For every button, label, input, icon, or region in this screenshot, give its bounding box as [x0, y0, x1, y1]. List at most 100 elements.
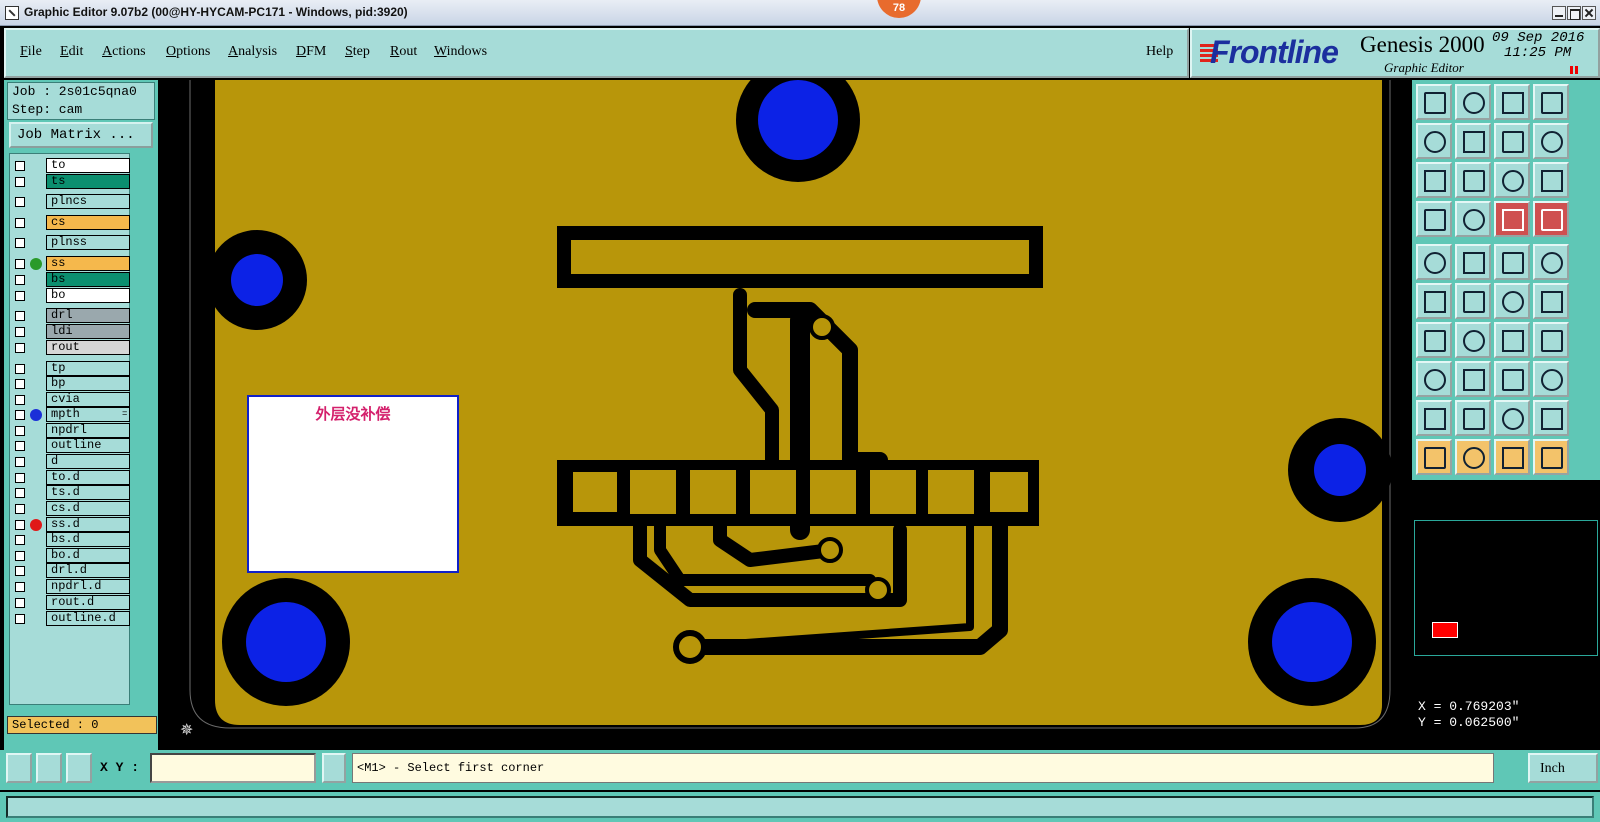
maximize-button[interactable] — [1567, 6, 1581, 20]
layer-name[interactable]: cs.d — [46, 501, 130, 516]
layer-checkbox[interactable] — [15, 379, 25, 389]
menu-windows[interactable]: Windows — [434, 44, 487, 60]
job-matrix-button[interactable]: Job Matrix ... — [9, 122, 153, 148]
layer-checkbox[interactable] — [15, 343, 25, 353]
layer-checkbox[interactable] — [15, 488, 25, 498]
menu-dfm[interactable]: DFM — [296, 44, 326, 60]
zoom-step-icon[interactable] — [1455, 162, 1491, 198]
layer-name[interactable]: tp — [46, 361, 130, 376]
layer-name[interactable]: bo.d — [46, 548, 130, 563]
layer-row-cs-d[interactable]: cs.d — [10, 501, 131, 516]
layer-checkbox[interactable] — [15, 291, 25, 301]
layer-name[interactable]: cs — [46, 215, 130, 230]
layer-name[interactable]: mpth — [46, 407, 130, 422]
layer-name[interactable]: bo — [46, 288, 130, 303]
layer-name[interactable]: rout.d — [46, 595, 130, 610]
layer-row-bo-d[interactable]: bo.d — [10, 548, 131, 563]
layer-checkbox[interactable] — [15, 197, 25, 207]
layer-name[interactable]: bs — [46, 272, 130, 287]
layer-name[interactable]: ldi — [46, 324, 130, 339]
layer-name[interactable]: ts.d — [46, 485, 130, 500]
group-icon[interactable] — [1533, 361, 1569, 397]
layer-checkbox[interactable] — [15, 410, 25, 420]
delete-node-icon[interactable] — [1455, 283, 1491, 319]
layer-row-mpth[interactable]: mpth = — [10, 407, 131, 422]
home-icon[interactable] — [1494, 84, 1530, 120]
snap-mode-icon[interactable] — [6, 753, 32, 783]
layers-red-alt-icon[interactable] — [1533, 201, 1569, 237]
pointer-poly-icon[interactable] — [1494, 439, 1530, 475]
layer-checkbox[interactable] — [15, 426, 25, 436]
layers-red-icon[interactable] — [1494, 201, 1530, 237]
layer-checkbox[interactable] — [15, 161, 25, 171]
minimize-button[interactable] — [1552, 6, 1566, 20]
text-d-icon[interactable] — [1533, 400, 1569, 436]
layer-name[interactable]: bs.d — [46, 532, 130, 547]
layer-row-d[interactable]: d — [10, 454, 131, 469]
layer-checkbox[interactable] — [15, 504, 25, 514]
layer-row-cs[interactable]: cs — [10, 215, 131, 230]
layer-row-ss-d[interactable]: ss.d — [10, 517, 131, 532]
overview-marker[interactable] — [1432, 622, 1458, 638]
layer-row-bo[interactable]: bo — [10, 288, 131, 303]
layer-name[interactable]: ts — [46, 174, 130, 189]
layer-name[interactable]: d — [46, 454, 130, 469]
menu-help[interactable]: Help — [1146, 44, 1173, 60]
layer-row-npdrl-d[interactable]: npdrl.d — [10, 579, 131, 594]
units-selector[interactable]: Inch — [1528, 753, 1598, 783]
pointer-box-icon[interactable] — [1455, 439, 1491, 475]
overview-map[interactable] — [1412, 480, 1600, 690]
arc-icon[interactable] — [1494, 322, 1530, 358]
layer-row-cvia[interactable]: cvia — [10, 392, 131, 407]
layer-row-tp[interactable]: tp — [10, 361, 131, 376]
layer-name[interactable]: rout — [46, 340, 130, 355]
connect-icon[interactable] — [1416, 283, 1452, 319]
layer-checkbox[interactable] — [15, 177, 25, 187]
text-a-icon[interactable] — [1416, 400, 1452, 436]
layer-name[interactable]: npdrl — [46, 423, 130, 438]
layer-row-outline-d[interactable]: outline.d — [10, 611, 131, 626]
zoom-window-icon[interactable] — [1533, 84, 1569, 120]
layer-row-outline[interactable]: outline — [10, 438, 131, 453]
copy-icon[interactable] — [1533, 283, 1569, 319]
layer-checkbox[interactable] — [15, 535, 25, 545]
mirror-icon[interactable] — [1533, 322, 1569, 358]
text-c-icon[interactable] — [1494, 400, 1530, 436]
layer-checkbox[interactable] — [15, 566, 25, 576]
layer-checkbox[interactable] — [15, 311, 25, 321]
notification-badge[interactable]: 78 — [877, 0, 921, 18]
pan-left-icon[interactable] — [1416, 123, 1452, 159]
pan-down-icon[interactable] — [1455, 84, 1491, 120]
menu-options[interactable]: Options — [166, 44, 210, 60]
layer-row-ldi[interactable]: ldi — [10, 324, 131, 339]
break-icon[interactable] — [1455, 361, 1491, 397]
layer-checkbox[interactable] — [15, 259, 25, 269]
layer-row-plncs[interactable]: plncs — [10, 194, 131, 209]
layer-checkbox[interactable] — [15, 238, 25, 248]
close-button[interactable] — [1582, 6, 1596, 20]
grid-mode-icon[interactable] — [66, 753, 92, 783]
move-icon[interactable] — [1494, 283, 1530, 319]
menu-step[interactable]: Step — [345, 44, 370, 60]
menu-file[interactable]: File — [20, 44, 42, 60]
layer-checkbox[interactable] — [15, 327, 25, 337]
layer-checkbox[interactable] — [15, 275, 25, 285]
layer-row-rout[interactable]: rout — [10, 340, 131, 355]
layer-row-to-d[interactable]: to.d — [10, 470, 131, 485]
pointer-icon[interactable] — [1416, 439, 1452, 475]
layer-row-bs-d[interactable]: bs.d — [10, 532, 131, 547]
layer-row-drl[interactable]: drl — [10, 308, 131, 323]
highlight-icon[interactable] — [1533, 244, 1569, 280]
alert-icon[interactable] — [322, 753, 346, 783]
xy-input[interactable] — [150, 753, 316, 783]
menu-actions[interactable]: Actions — [102, 44, 146, 60]
layer-name[interactable]: ss.d — [46, 517, 130, 532]
layer-name[interactable]: plnss — [46, 235, 130, 250]
layer-row-ts-d[interactable]: ts.d — [10, 485, 131, 500]
layer-row-bs[interactable]: bs — [10, 272, 131, 287]
menu-analysis[interactable]: Analysis — [228, 44, 277, 60]
graphic-canvas[interactable]: 外层没补偿 ✵ — [160, 80, 1410, 748]
layer-checkbox[interactable] — [15, 582, 25, 592]
layer-checkbox[interactable] — [15, 614, 25, 624]
layer-checkbox[interactable] — [15, 218, 25, 228]
